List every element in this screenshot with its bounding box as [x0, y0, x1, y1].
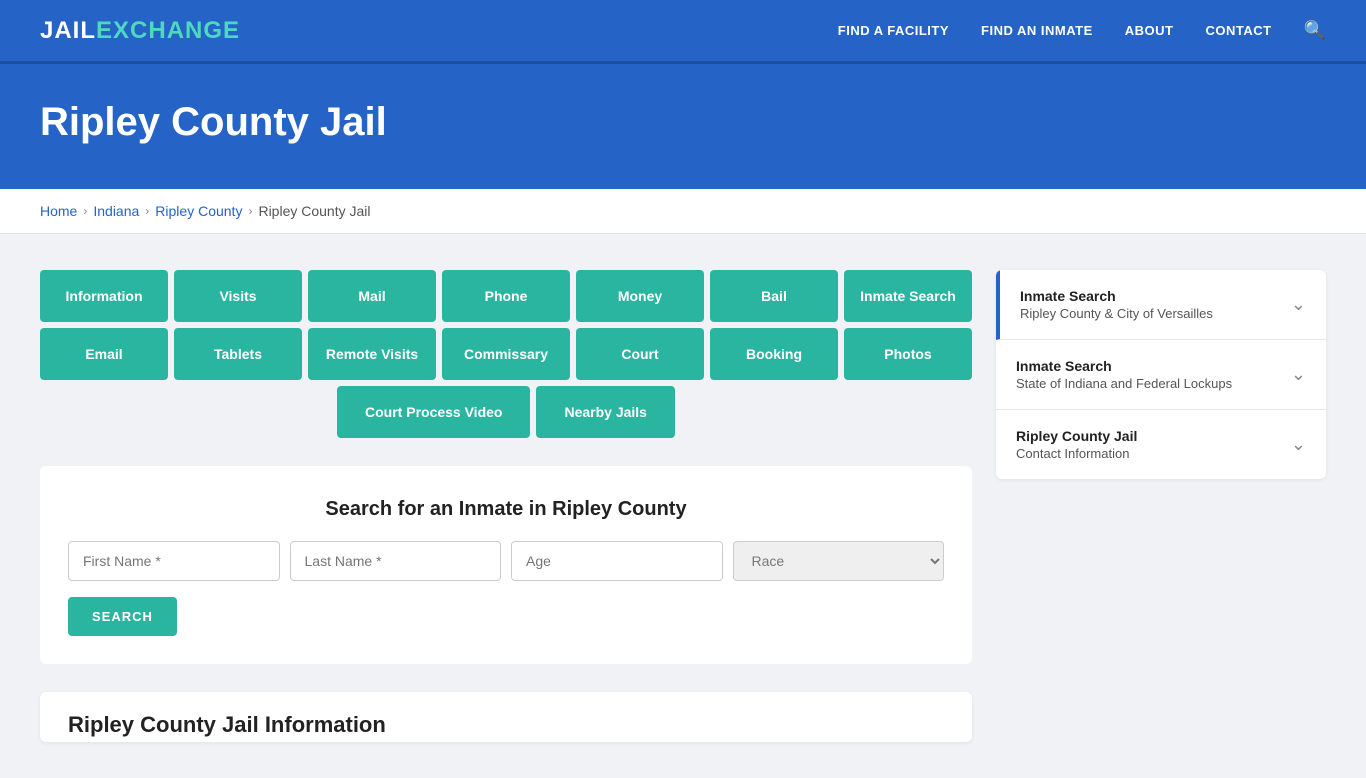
- sidebar-item-2-title: Inmate Search: [1016, 358, 1232, 374]
- tile-booking[interactable]: Booking: [710, 328, 838, 380]
- sidebar-item-3[interactable]: Ripley County Jail Contact Information ⌄: [996, 410, 1326, 479]
- breadcrumb-ripley-county[interactable]: Ripley County: [155, 203, 242, 219]
- tile-commissary[interactable]: Commissary: [442, 328, 570, 380]
- tile-nearby-jails[interactable]: Nearby Jails: [536, 386, 675, 438]
- navbar: JAILEXCHANGE FIND A FACILITY FIND AN INM…: [0, 0, 1366, 64]
- tile-phone[interactable]: Phone: [442, 270, 570, 322]
- race-select[interactable]: Race White Black Hispanic Asian Other: [733, 541, 945, 581]
- tile-mail[interactable]: Mail: [308, 270, 436, 322]
- search-title: Search for an Inmate in Ripley County: [68, 498, 944, 521]
- tile-court-process-video[interactable]: Court Process Video: [337, 386, 530, 438]
- tile-money[interactable]: Money: [576, 270, 704, 322]
- chevron-down-icon-3: ⌄: [1291, 434, 1306, 455]
- tile-tablets[interactable]: Tablets: [174, 328, 302, 380]
- chevron-down-icon-1: ⌄: [1291, 294, 1306, 315]
- breadcrumb-sep-1: ›: [83, 204, 87, 218]
- last-name-input[interactable]: [290, 541, 502, 581]
- breadcrumb-sep-2: ›: [145, 204, 149, 218]
- page-title: Ripley County Jail: [40, 100, 1326, 145]
- sidebar-item-1[interactable]: Inmate Search Ripley County & City of Ve…: [996, 270, 1326, 340]
- tile-court[interactable]: Court: [576, 328, 704, 380]
- tile-remote-visits[interactable]: Remote Visits: [308, 328, 436, 380]
- tile-inmate-search[interactable]: Inmate Search: [844, 270, 972, 322]
- right-column: Inmate Search Ripley County & City of Ve…: [996, 270, 1326, 742]
- first-name-input[interactable]: [68, 541, 280, 581]
- tile-email[interactable]: Email: [40, 328, 168, 380]
- nav-find-facility[interactable]: FIND A FACILITY: [838, 23, 949, 38]
- breadcrumb: Home › Indiana › Ripley County › Ripley …: [40, 203, 1326, 219]
- section-title: Ripley County Jail Information: [40, 692, 972, 742]
- chevron-down-icon-2: ⌄: [1291, 364, 1306, 385]
- hero-section: Ripley County Jail: [0, 64, 1366, 189]
- breadcrumb-indiana[interactable]: Indiana: [93, 203, 139, 219]
- sidebar-item-3-title: Ripley County Jail: [1016, 428, 1137, 444]
- sidebar-item-1-content: Inmate Search Ripley County & City of Ve…: [1020, 288, 1213, 321]
- tile-visits[interactable]: Visits: [174, 270, 302, 322]
- sidebar-item-2[interactable]: Inmate Search State of Indiana and Feder…: [996, 340, 1326, 410]
- sidebar-item-1-title: Inmate Search: [1020, 288, 1213, 304]
- search-icon[interactable]: 🔍: [1304, 20, 1326, 41]
- sidebar-card: Inmate Search Ripley County & City of Ve…: [996, 270, 1326, 479]
- sidebar-item-3-subtitle: Contact Information: [1016, 446, 1137, 461]
- tile-row-2: Email Tablets Remote Visits Commissary C…: [40, 328, 972, 380]
- sidebar-item-2-subtitle: State of Indiana and Federal Lockups: [1016, 376, 1232, 391]
- tile-row-3: Court Process Video Nearby Jails: [40, 386, 972, 438]
- search-fields: Race White Black Hispanic Asian Other: [68, 541, 944, 581]
- search-card: Search for an Inmate in Ripley County Ra…: [40, 466, 972, 664]
- breadcrumb-current: Ripley County Jail: [258, 203, 370, 219]
- tile-bail[interactable]: Bail: [710, 270, 838, 322]
- breadcrumb-bar: Home › Indiana › Ripley County › Ripley …: [0, 189, 1366, 234]
- sidebar-item-2-content: Inmate Search State of Indiana and Feder…: [1016, 358, 1232, 391]
- nav-contact[interactable]: CONTACT: [1205, 23, 1271, 38]
- logo-part1: JAIL: [40, 17, 96, 44]
- logo[interactable]: JAILEXCHANGE: [40, 17, 240, 45]
- nav-links: FIND A FACILITY FIND AN INMATE ABOUT CON…: [838, 20, 1326, 41]
- tile-photos[interactable]: Photos: [844, 328, 972, 380]
- age-input[interactable]: [511, 541, 723, 581]
- info-card: Ripley County Jail Information: [40, 692, 972, 742]
- nav-about[interactable]: ABOUT: [1125, 23, 1174, 38]
- sidebar-item-1-subtitle: Ripley County & City of Versailles: [1020, 306, 1213, 321]
- main-wrapper: Information Visits Mail Phone Money Bail…: [0, 234, 1366, 778]
- tile-information[interactable]: Information: [40, 270, 168, 322]
- search-button[interactable]: SEARCH: [68, 597, 177, 636]
- logo-accent: EXCHANGE: [96, 17, 240, 44]
- breadcrumb-home[interactable]: Home: [40, 203, 77, 219]
- tile-row-1: Information Visits Mail Phone Money Bail…: [40, 270, 972, 322]
- left-column: Information Visits Mail Phone Money Bail…: [40, 270, 972, 742]
- breadcrumb-sep-3: ›: [248, 204, 252, 218]
- nav-find-inmate[interactable]: FIND AN INMATE: [981, 23, 1093, 38]
- sidebar-item-3-content: Ripley County Jail Contact Information: [1016, 428, 1137, 461]
